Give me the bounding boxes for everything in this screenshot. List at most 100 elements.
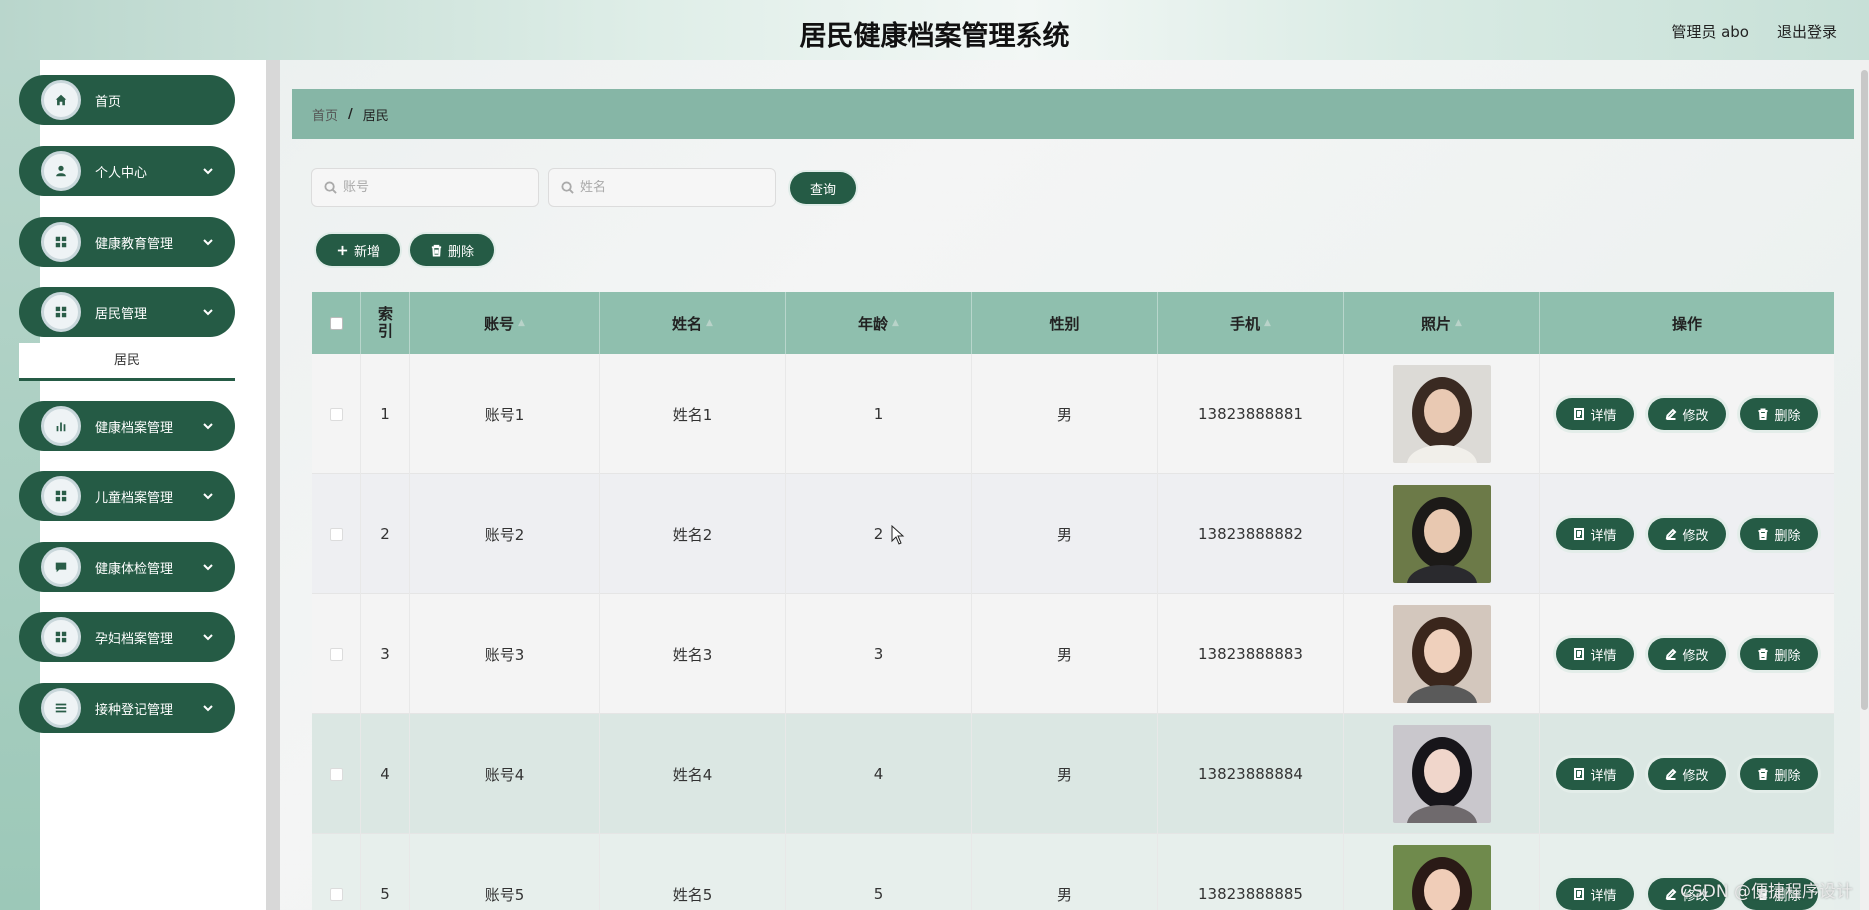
trash-icon <box>1758 768 1768 780</box>
table-row: 3 账号3 姓名3 3 男 13823888883 详情 修改 删除 <box>312 594 1834 714</box>
edit-icon <box>1666 888 1677 900</box>
edit-button[interactable]: 修改 <box>1648 638 1726 670</box>
header-age[interactable]: 年龄 ▲ <box>786 292 972 354</box>
table-cell: 3 <box>786 594 972 714</box>
edit-icon <box>1666 408 1677 420</box>
sort-icon[interactable]: ▲ <box>1264 318 1271 328</box>
table-cell <box>312 354 361 474</box>
detail-button[interactable]: 详情 <box>1556 518 1634 550</box>
table-cell: 1 <box>786 354 972 474</box>
row-delete-button[interactable]: 删除 <box>1740 518 1818 550</box>
row-delete-button[interactable]: 删除 <box>1740 398 1818 430</box>
table-row: 2 账号2 姓名2 2 男 13823888882 详情 修改 删除 <box>312 474 1834 594</box>
edit-icon <box>1666 648 1677 660</box>
table-row: 1 账号1 姓名1 1 男 13823888881 详情 修改 删除 <box>312 354 1834 474</box>
account-search-field[interactable] <box>311 168 539 207</box>
cell-account: 账号4 <box>484 765 525 784</box>
sort-icon[interactable]: ▲ <box>1455 318 1462 328</box>
sidebar-item-label: 孕妇档案管理 <box>95 631 174 647</box>
app-title: 居民健康档案管理系统 <box>799 21 1070 52</box>
resident-photo[interactable] <box>1392 605 1491 703</box>
row-delete-button[interactable]: 删除 <box>1740 638 1818 670</box>
sidebar-item-vaccination[interactable]: 接种登记管理 <box>19 683 235 733</box>
header-name[interactable]: 姓名 ▲ <box>600 292 786 354</box>
bulk-delete-button[interactable]: 删除 <box>410 234 494 266</box>
chevron-down-icon <box>201 419 215 433</box>
edit-button-label: 修改 <box>1682 768 1709 784</box>
sort-icon[interactable]: ▲ <box>706 318 713 328</box>
sort-icon[interactable]: ▲ <box>518 318 525 328</box>
table-cell: 详情 修改 删除 <box>1540 474 1834 594</box>
sidebar-item-health-records[interactable]: 健康档案管理 <box>19 401 235 451</box>
row-checkbox[interactable] <box>329 767 343 781</box>
name-search-field[interactable] <box>548 168 776 207</box>
table-cell <box>1344 474 1540 594</box>
document-icon <box>1574 528 1585 540</box>
table-cell: 账号3 <box>410 594 600 714</box>
message-icon <box>41 547 81 587</box>
row-checkbox[interactable] <box>329 407 343 421</box>
name-search-input[interactable] <box>580 180 770 195</box>
add-button[interactable]: 新增 <box>316 234 400 266</box>
trash-icon <box>1758 408 1768 420</box>
row-checkbox[interactable] <box>329 527 343 541</box>
table-cell: 姓名3 <box>600 594 786 714</box>
edit-button[interactable]: 修改 <box>1648 518 1726 550</box>
sort-icon[interactable]: ▲ <box>892 318 899 328</box>
resident-photo[interactable] <box>1392 485 1491 583</box>
row-checkbox[interactable] <box>329 887 343 901</box>
header-phone[interactable]: 手机 ▲ <box>1158 292 1344 354</box>
breadcrumb-home[interactable]: 首页 <box>312 105 338 124</box>
cell-phone: 13823888882 <box>1198 525 1303 543</box>
detail-button-label: 详情 <box>1590 408 1617 424</box>
table-row: 5 账号5 姓名5 5 男 13823888885 详情 修改 删除 <box>312 834 1834 910</box>
scrollbar-thumb[interactable] <box>1861 70 1868 710</box>
edit-button-label: 修改 <box>1682 528 1709 544</box>
sidebar-item-child-records[interactable]: 儿童档案管理 <box>19 471 235 521</box>
table-cell: 账号4 <box>410 714 600 834</box>
table-cell <box>1344 714 1540 834</box>
header-account[interactable]: 账号 ▲ <box>410 292 600 354</box>
sidebar-item-home[interactable]: 首页 <box>19 75 235 125</box>
cell-name: 姓名2 <box>672 525 713 544</box>
chevron-down-icon <box>201 701 215 715</box>
grid-icon <box>41 292 81 332</box>
sidebar-item-health-checkup[interactable]: 健康体检管理 <box>19 542 235 592</box>
grid-icon <box>41 617 81 657</box>
chevron-down-icon <box>201 164 215 178</box>
detail-button[interactable]: 详情 <box>1556 398 1634 430</box>
edit-button[interactable]: 修改 <box>1648 758 1726 790</box>
resident-photo[interactable] <box>1392 845 1491 910</box>
resident-photo[interactable] <box>1392 365 1491 463</box>
logout-link[interactable]: 退出登录 <box>1777 21 1837 42</box>
table-cell: 男 <box>972 834 1158 910</box>
page-scrollbar[interactable] <box>1860 60 1869 910</box>
sidebar-item-personal-center[interactable]: 个人中心 <box>19 146 235 196</box>
query-button[interactable]: 查询 <box>790 172 856 204</box>
row-delete-button-label: 删除 <box>1774 408 1801 424</box>
detail-button[interactable]: 详情 <box>1556 878 1634 910</box>
sidebar-item-resident-management[interactable]: 居民管理 <box>19 287 235 337</box>
header-photo[interactable]: 照片 ▲ <box>1344 292 1540 354</box>
table-cell: 13823888882 <box>1158 474 1344 594</box>
sidebar-item-health-education[interactable]: 健康教育管理 <box>19 217 235 267</box>
sidebar-item-label: 接种登记管理 <box>95 702 174 718</box>
sidebar-scrollbar[interactable] <box>266 60 280 910</box>
row-delete-button[interactable]: 删除 <box>1740 758 1818 790</box>
current-user: 管理员 abo <box>1671 23 1749 41</box>
detail-button[interactable]: 详情 <box>1556 758 1634 790</box>
search-icon <box>324 181 337 194</box>
sidebar-item-pregnancy-records[interactable]: 孕妇档案管理 <box>19 612 235 662</box>
sidebar-subitem-resident[interactable]: 居民 <box>19 343 235 381</box>
cell-index: 5 <box>380 885 390 903</box>
resident-photo[interactable] <box>1392 725 1491 823</box>
row-checkbox[interactable] <box>329 647 343 661</box>
header-name-label: 姓名 <box>672 314 703 333</box>
select-all-checkbox[interactable] <box>329 316 343 330</box>
cell-account: 账号5 <box>484 885 525 904</box>
list-icon <box>41 688 81 728</box>
edit-button[interactable]: 修改 <box>1648 398 1726 430</box>
account-search-input[interactable] <box>343 180 533 195</box>
detail-button[interactable]: 详情 <box>1556 638 1634 670</box>
header-phone-label: 手机 <box>1230 314 1261 333</box>
